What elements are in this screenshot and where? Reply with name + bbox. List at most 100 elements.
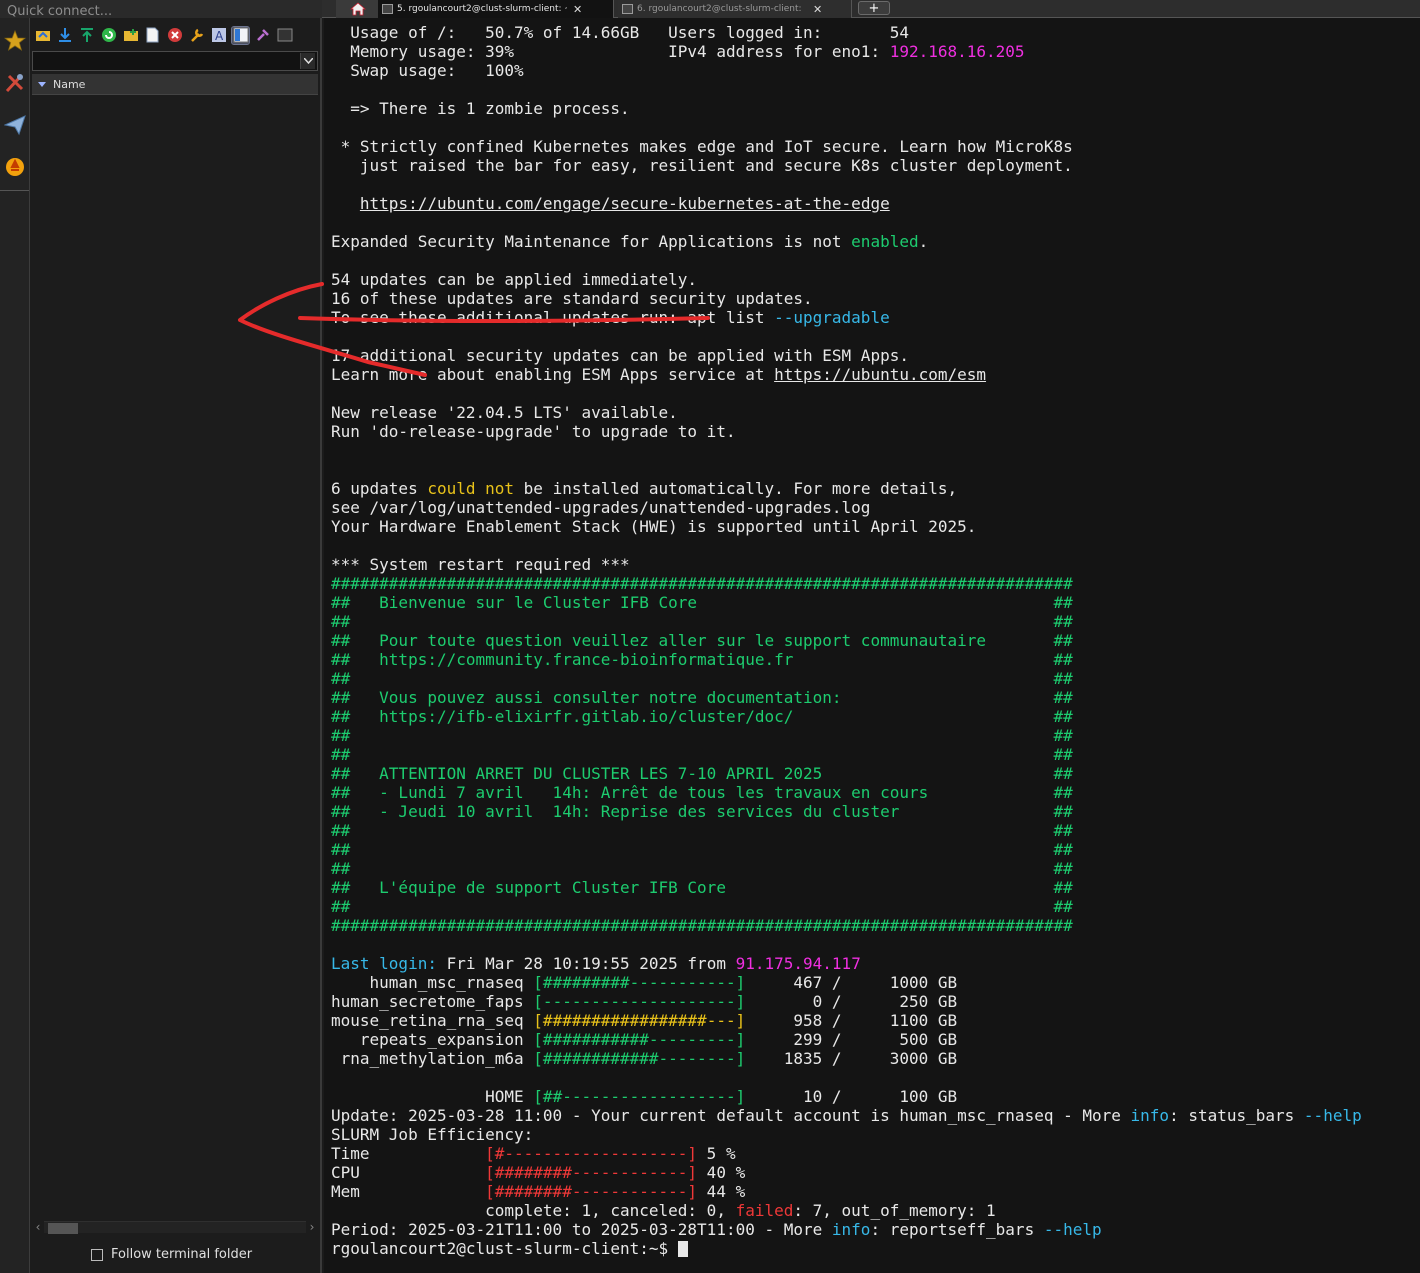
terminal-link[interactable]: https://ubuntu.com/esm (774, 365, 986, 384)
terminal-text-segment: 467 / 1000 GB (745, 973, 958, 992)
follow-terminal-folder-checkbox[interactable] (91, 1248, 103, 1261)
terminal-text-segment: [############--------] (533, 1049, 746, 1068)
upload-icon[interactable] (78, 27, 95, 44)
terminal-line: Last login: Fri Mar 28 10:19:55 2025 fro… (331, 954, 1362, 973)
sessions-star-icon[interactable] (0, 21, 29, 61)
new-folder-icon[interactable] (122, 27, 139, 44)
terminal-text-segment: [--------------------] (533, 992, 746, 1011)
terminal-text-segment: Period: 2025-03-21T11:00 to 2025-03-28T1… (331, 1220, 832, 1239)
terminal-text-segment: info (831, 1220, 871, 1239)
terminal-text-segment: Fri Mar 28 10:19:55 2025 from (436, 954, 736, 973)
font-icon[interactable]: A (210, 27, 227, 44)
file-list-name-column[interactable]: Name (32, 74, 318, 95)
terminal-line: ########################################… (331, 916, 1362, 935)
terminal-pane[interactable]: Usage of /: 50.7% of 14.66GB Users logge… (324, 18, 1420, 1273)
terminal-line: *** System restart required *** (331, 555, 1362, 574)
new-file-icon[interactable] (144, 27, 161, 44)
terminal-line: ## ## (331, 821, 1362, 840)
terminal-text-segment: [########------------] (485, 1163, 698, 1182)
macros-icon[interactable] (0, 147, 29, 187)
terminal-text-segment: ## ## (331, 612, 1073, 631)
terminal-window-icon[interactable] (276, 27, 293, 44)
terminal-link[interactable]: https://ubuntu.com/engage/secure-kuberne… (360, 194, 890, 213)
download-icon[interactable] (56, 27, 73, 44)
scroll-left-icon[interactable]: ‹ (32, 1220, 44, 1234)
home-tab[interactable] (336, 0, 380, 18)
terminal-line: human_secretome_faps [------------------… (331, 992, 1362, 1011)
terminal-text-segment: 1835 / 3000 GB (745, 1049, 958, 1068)
terminal-text-segment: => There is 1 zombie process. (331, 99, 630, 118)
terminal-text-segment: 44 % (697, 1182, 746, 1201)
terminal-line: ## ## (331, 745, 1362, 764)
sidebar-tab-strip (0, 18, 30, 1273)
terminal-line: ## ## (331, 840, 1362, 859)
scroll-thumb[interactable] (48, 1223, 78, 1234)
terminal-text-segment: 299 / 500 GB (745, 1030, 958, 1049)
terminal-text-segment: *** System restart required *** (331, 555, 630, 574)
terminal-text-segment: ########################################… (331, 916, 1073, 935)
scroll-right-icon[interactable]: › (306, 1220, 318, 1234)
terminal-text-segment: ## ## (331, 669, 1073, 688)
terminal-text-segment: ## ## (331, 745, 1073, 764)
close-tab-icon[interactable]: ✕ (573, 3, 582, 16)
tools-icon[interactable] (0, 63, 29, 103)
terminal-text-segment: just raised the bar for easy, resilient … (331, 156, 1073, 175)
scroll-track[interactable] (44, 1221, 306, 1234)
terminal-text-segment: ## ## (331, 859, 1073, 878)
terminal-text-segment: Mem (331, 1182, 486, 1201)
sftp-browser-panel: A Name ‹ › Follow terminal folder (30, 18, 322, 1273)
terminal-text-segment: * Strictly confined Kubernetes makes edg… (331, 137, 1073, 156)
close-tab-icon[interactable]: ✕ (813, 3, 822, 16)
terminal-line: rgoulancourt2@clust-slurm-client:~$ (331, 1239, 1362, 1258)
terminal-line: * Strictly confined Kubernetes makes edg… (331, 137, 1362, 156)
remote-path-select[interactable] (32, 51, 318, 71)
terminal-text-segment: 40 % (697, 1163, 746, 1182)
terminal-line: ## ATTENTION ARRET DU CLUSTER LES 7-10 A… (331, 764, 1362, 783)
terminal-text-segment: Usage of /: 50.7% of 14.66GB Users logge… (331, 23, 909, 42)
parent-folder-icon[interactable] (34, 27, 51, 44)
terminal-text-segment: ## ATTENTION ARRET DU CLUSTER LES 7-10 A… (331, 764, 1073, 783)
terminal-line: repeats_expansion [###########---------]… (331, 1030, 1362, 1049)
refresh-icon[interactable] (100, 27, 117, 44)
terminal-text-segment: ## ## (331, 840, 1073, 859)
terminal-text-segment: New release '22.04.5 LTS' available. (331, 403, 678, 422)
new-tab-button[interactable]: + (858, 1, 890, 16)
terminal-cursor (677, 1241, 688, 1257)
properties-wrench-icon[interactable] (188, 27, 205, 44)
terminal-text-segment: To see these additional updates run: apt… (331, 308, 775, 327)
terminal-text-segment: 958 / 1100 GB (745, 1011, 958, 1030)
session-tab-5[interactable]: 5. rgoulancourt2@clust-slurm-client: ~ ✕ (378, 0, 614, 18)
terminal-text-segment: 91.175.94.117 (735, 954, 861, 973)
terminal-line: rna_methylation_m6a [############-------… (331, 1049, 1362, 1068)
terminal-text-segment: Your Hardware Enablement Stack (HWE) is … (331, 517, 977, 536)
sftp-send-icon[interactable] (0, 105, 29, 145)
sort-desc-icon (38, 81, 46, 87)
terminal-text-segment: ## ## (331, 726, 1073, 745)
terminal-text-segment: ## Vous pouvez aussi consulter notre doc… (331, 688, 1073, 707)
layout-toggle-icon[interactable] (231, 25, 250, 45)
terminal-text-segment: enabled (851, 232, 919, 251)
terminal-text-segment: rgoulancourt2@clust-slurm-client:~$ (331, 1239, 678, 1258)
delete-icon[interactable] (166, 27, 183, 44)
home-icon (349, 2, 366, 16)
sftp-toolbar: A (30, 24, 322, 46)
terminal-text-segment: Time (331, 1144, 486, 1163)
terminal-text-segment: human_msc_rnaseq (331, 973, 534, 992)
terminal-text-segment: [#################---] (533, 1011, 746, 1030)
chevron-down-icon[interactable] (300, 53, 315, 69)
pin-icon[interactable] (254, 27, 271, 44)
terminal-line: 16 of these updates are standard securit… (331, 289, 1362, 308)
file-list-hscrollbar[interactable]: ‹ › (32, 1218, 318, 1236)
terminal-line: To see these additional updates run: apt… (331, 308, 1362, 327)
session-tab-6[interactable]: 6. rgoulancourt2@clust-slurm-client: ✕ (618, 0, 852, 18)
terminal-text-segment: 16 of these updates are standard securit… (331, 289, 813, 308)
follow-terminal-folder-option[interactable]: Follow terminal folder (91, 1247, 252, 1262)
terminal-text-segment: --upgradable (774, 308, 890, 327)
terminal-line: ## ## (331, 669, 1362, 688)
terminal-line: ## https://ifb-elixirfr.gitlab.io/cluste… (331, 707, 1362, 726)
terminal-line: ## L'équipe de support Cluster IFB Core … (331, 878, 1362, 897)
terminal-line: Period: 2025-03-21T11:00 to 2025-03-28T1… (331, 1220, 1362, 1239)
